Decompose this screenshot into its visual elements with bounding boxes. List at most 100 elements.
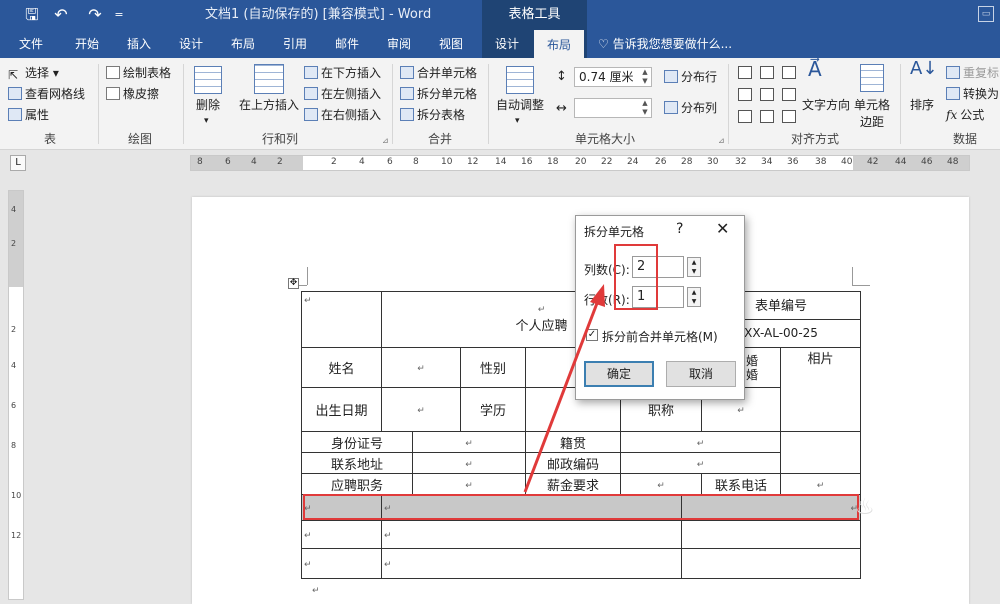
table-cell[interactable]: ↵ xyxy=(301,520,382,549)
paragraph-mark: ↵ xyxy=(465,438,473,449)
table-cell[interactable] xyxy=(780,431,862,474)
align-bottom-center-icon[interactable] xyxy=(760,110,774,123)
help-icon[interactable]: ? xyxy=(676,221,683,237)
formula-label: 公式 xyxy=(960,108,985,122)
ruler-tick-label: 4 xyxy=(251,157,257,167)
align-top-right-icon[interactable] xyxy=(782,66,796,79)
name-value-cell[interactable]: ↵ xyxy=(381,347,461,388)
paragraph-mark: ↵ xyxy=(384,560,392,570)
position-value-cell[interactable]: ↵ xyxy=(412,473,526,495)
postcode-value-cell[interactable]: ↵ xyxy=(619,452,782,474)
sort-button[interactable]: 排序 xyxy=(906,96,938,113)
tell-me-search[interactable]: ♡ 告诉我您想要做什么... xyxy=(598,30,732,58)
merge-before-split-checkbox[interactable]: ✓ xyxy=(586,329,598,341)
redo-icon[interactable]: ↷ xyxy=(85,0,105,30)
save-icon[interactable]: 🖫 xyxy=(22,0,42,30)
properties-button[interactable]: 属性 xyxy=(8,106,49,124)
input-highlight-box xyxy=(614,244,658,310)
split-table-button[interactable]: 拆分表格 xyxy=(400,106,465,124)
cell-margins-button[interactable]: 单元格 边距 xyxy=(852,96,892,130)
native-place-value-cell[interactable]: ↵ xyxy=(619,431,782,453)
tab-table-layout[interactable]: 布局 xyxy=(534,30,584,58)
spin-up-icon[interactable]: ▲ xyxy=(639,99,651,108)
ruler-tick-label: 8 xyxy=(413,157,419,167)
restore-icon[interactable]: ▭ xyxy=(978,6,994,22)
align-top-center-icon[interactable] xyxy=(760,66,774,79)
align-top-left-icon[interactable] xyxy=(738,66,752,79)
tab-insert[interactable]: 插入 xyxy=(116,30,162,58)
select-button[interactable]: ⇱ 选择 ▾ xyxy=(8,64,59,82)
repeat-header-button[interactable]: 重复标 xyxy=(946,64,999,82)
tab-file[interactable]: 文件 xyxy=(8,30,54,58)
crop-mark xyxy=(852,267,853,285)
tab-view[interactable]: 视图 xyxy=(428,30,474,58)
undo-icon[interactable]: ↶ xyxy=(50,0,72,30)
dialog-launcher-icon[interactable]: ⊿ xyxy=(718,136,725,145)
table-cell[interactable]: ↵ xyxy=(301,548,382,579)
paragraph-mark: ↵ xyxy=(417,364,425,374)
spin-up-icon[interactable]: ▲ xyxy=(639,68,651,77)
rows-spinner[interactable]: ▲ ▼ xyxy=(687,287,701,307)
tab-mailings[interactable]: 邮件 xyxy=(324,30,370,58)
address-label: 联系地址 xyxy=(330,457,383,473)
align-bottom-right-icon[interactable] xyxy=(782,110,796,123)
align-middle-right-icon[interactable] xyxy=(782,88,796,101)
tab-table-design[interactable]: 设计 xyxy=(484,30,530,58)
view-gridlines-button[interactable]: 查看网格线 xyxy=(8,85,85,103)
insert-below-button[interactable]: 在下方插入 xyxy=(304,64,381,82)
ruler-tick-label: 2 xyxy=(11,239,17,248)
tab-layout[interactable]: 布局 xyxy=(220,30,266,58)
table-cell[interactable]: ↵ xyxy=(381,548,682,579)
delete-button[interactable]: 删除 xyxy=(190,96,226,113)
insert-left-button[interactable]: 在左侧插入 xyxy=(304,85,381,103)
insert-above-button[interactable]: 在上方插入 xyxy=(234,96,304,113)
convert-to-text-button[interactable]: 转换为 xyxy=(946,85,999,103)
tab-design[interactable]: 设计 xyxy=(168,30,214,58)
eraser-button[interactable]: 橡皮擦 xyxy=(106,85,159,103)
address-value-cell[interactable]: ↵ xyxy=(412,452,526,474)
draw-table-button[interactable]: 绘制表格 xyxy=(106,64,171,82)
cell-margins-icon xyxy=(860,64,884,92)
close-icon[interactable]: ✕ xyxy=(716,219,729,238)
id-number-value-cell[interactable]: ↵ xyxy=(412,431,526,453)
dialog-launcher-icon[interactable]: ⊿ xyxy=(382,136,389,145)
table-move-handle-icon[interactable]: ✥ xyxy=(288,278,299,289)
align-bottom-left-icon[interactable] xyxy=(738,110,752,123)
grid-icon xyxy=(8,87,22,100)
formula-button[interactable]: fx 公式 xyxy=(946,106,984,124)
row-height-input[interactable]: 0.74 厘米 ▲ ▼ xyxy=(574,67,652,87)
tab-review[interactable]: 审阅 xyxy=(376,30,422,58)
photo-cell[interactable]: 相片 xyxy=(780,347,862,432)
spin-down-icon[interactable]: ▼ xyxy=(639,108,651,117)
merge-cells-button[interactable]: 合并单元格 xyxy=(400,64,477,82)
columns-spinner[interactable]: ▲ ▼ xyxy=(687,257,701,277)
split-cells-dialog[interactable]: 拆分单元格 ? ✕ 列数(C): 2 ▲ ▼ 行数(R): 1 ▲ ▼ ✓ 拆分前合… xyxy=(575,215,745,400)
align-middle-left-icon[interactable] xyxy=(738,88,752,101)
distribute-rows-button[interactable]: 分布行 xyxy=(664,68,717,86)
tab-selector-icon[interactable]: L xyxy=(10,155,26,171)
cancel-button[interactable]: 取消 xyxy=(666,361,736,387)
insert-right-button[interactable]: 在右侧插入 xyxy=(304,106,381,124)
distribute-columns-button[interactable]: 分布列 xyxy=(664,99,717,117)
birthdate-value-cell[interactable]: ↵ xyxy=(381,387,461,432)
table-cell[interactable]: ↵ xyxy=(381,520,682,549)
vertical-ruler[interactable]: 4 2 2 4 6 8 10 12 xyxy=(8,190,24,600)
horizontal-ruler[interactable]: 8 6 4 2 2 4 6 8 10 12 14 16 18 20 22 24 26 28 30 32 34 36 38 40… xyxy=(190,155,970,171)
ruler-tick-label: 22 xyxy=(601,157,613,167)
tab-home[interactable]: 开始 xyxy=(64,30,110,58)
table-cell[interactable] xyxy=(680,548,862,579)
column-width-input[interactable]: ▲ ▼ xyxy=(574,98,652,118)
ruler-tick-label: 2 xyxy=(277,157,283,167)
table-cell[interactable] xyxy=(680,520,862,549)
tab-references[interactable]: 引用 xyxy=(272,30,318,58)
spin-down-icon[interactable]: ▼ xyxy=(639,77,651,86)
table-cell[interactable]: ↵ xyxy=(301,291,382,348)
align-center-icon[interactable] xyxy=(760,88,774,101)
phone-value-cell[interactable]: ↵ xyxy=(780,473,862,495)
split-cells-button[interactable]: 拆分单元格 xyxy=(400,85,477,103)
ok-button[interactable]: 确定 xyxy=(584,361,654,387)
customize-quick-access-icon[interactable]: = xyxy=(112,0,126,30)
text-direction-button[interactable]: 文字方向 xyxy=(800,96,852,113)
autofit-button[interactable]: 自动调整 xyxy=(492,96,548,113)
salary-value-cell[interactable]: ↵ xyxy=(619,473,703,495)
